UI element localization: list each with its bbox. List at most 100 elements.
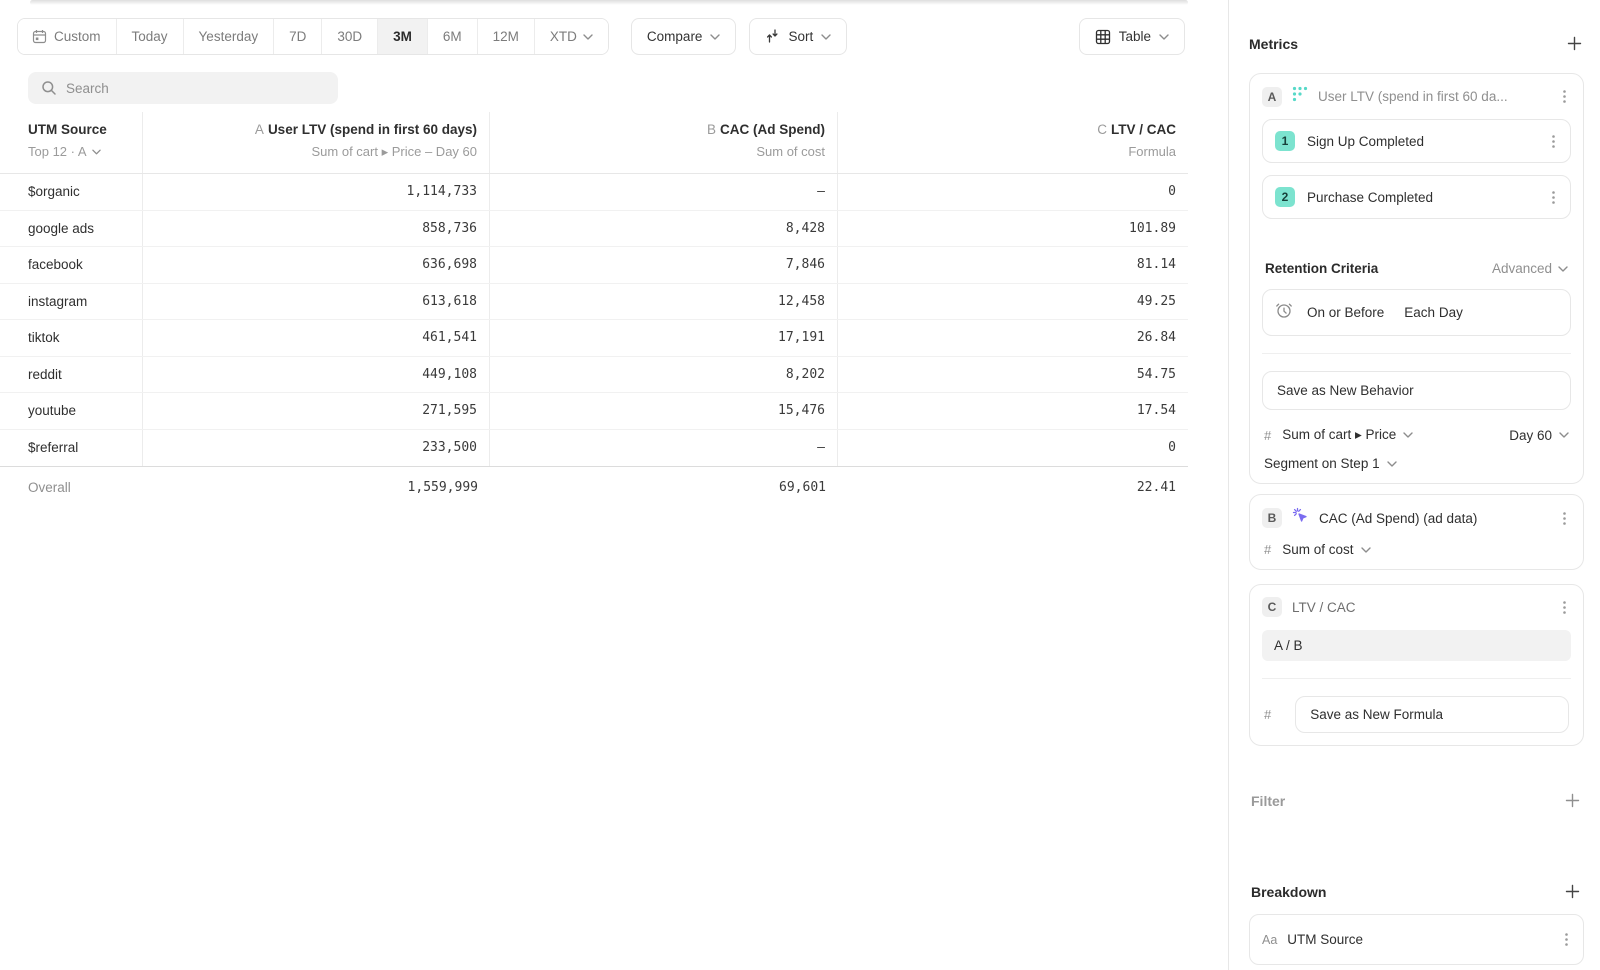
segment-on-step-dropdown[interactable]: Segment on Step 1 (1264, 456, 1397, 471)
column-header-c[interactable]: CLTV / CAC Formula (838, 112, 1188, 173)
metric-c-title: LTV / CAC (1292, 600, 1548, 615)
metric-a-title: User LTV (spend in first 60 da... (1318, 89, 1548, 104)
metrics-section-header: Metrics (1249, 34, 1584, 53)
chevron-down-icon (92, 149, 101, 155)
metric-a-header[interactable]: A User LTV (spend in first 60 da... (1262, 86, 1571, 107)
date-range-today[interactable]: Today (116, 19, 183, 54)
search-box (28, 72, 338, 104)
metric-c-badge: C (1262, 597, 1282, 617)
table-row[interactable]: facebook 636,698 7,846 81.14 (0, 247, 1188, 284)
filter-title: Filter (1251, 793, 1285, 809)
chevron-down-icon (1387, 461, 1397, 467)
metric-b-card: B CAC (Ad Spend) (ad data) # Sum of cost (1249, 494, 1584, 570)
table-row[interactable]: tiktok 461,541 17,191 26.84 (0, 320, 1188, 357)
metric-b-menu-button[interactable] (1558, 509, 1571, 528)
string-type-icon: Aa (1262, 933, 1277, 947)
column-header-b[interactable]: BCAC (Ad Spend) Sum of cost (490, 112, 838, 173)
date-range-control: Custom Today Yesterday 7D 30D 3M 6M 12M … (17, 18, 609, 55)
retention-criteria-card[interactable]: On or Before Each Day (1262, 289, 1571, 336)
step-event-label: Purchase Completed (1307, 190, 1535, 205)
metric-a-segment-row: Segment on Step 1 (1262, 456, 1571, 471)
metric-a-card: A User LTV (spend in first 60 da... 1 Si… (1249, 73, 1584, 484)
criteria-window[interactable]: Each Day (1404, 305, 1463, 320)
metric-c-card: C LTV / CAC A / B # Save as New Formula (1249, 584, 1584, 746)
table-body: $organic 1,114,733 – 0 google ads 858,73… (0, 174, 1188, 466)
add-breakdown-button[interactable] (1563, 882, 1582, 901)
chevron-down-icon (1361, 547, 1371, 553)
breakdown-title: Breakdown (1251, 884, 1326, 900)
divider (1262, 353, 1571, 354)
alarm-clock-icon (1275, 301, 1293, 324)
date-range-6m[interactable]: 6M (427, 19, 477, 54)
table-row[interactable]: $organic 1,114,733 – 0 (0, 174, 1188, 211)
chevron-down-icon (1403, 432, 1413, 438)
top-card-edge (30, 0, 1188, 5)
app-root: Custom Today Yesterday 7D 30D 3M 6M 12M … (0, 0, 1600, 970)
metric-a-menu-button[interactable] (1558, 87, 1571, 106)
measure-window-dropdown[interactable]: Day 60 (1509, 428, 1569, 443)
chevron-down-icon (710, 34, 720, 40)
date-range-3m[interactable]: 3M (377, 19, 427, 54)
magic-cursor-icon (1292, 507, 1309, 529)
date-range-12m[interactable]: 12M (477, 19, 534, 54)
date-range-30d[interactable]: 30D (321, 19, 377, 54)
divider (1262, 678, 1571, 679)
chevron-down-icon (1159, 34, 1169, 40)
step-2-menu-button[interactable] (1547, 188, 1560, 207)
metric-b-title: CAC (Ad Spend) (ad data) (1319, 511, 1548, 526)
chevron-down-icon (1559, 432, 1569, 438)
add-metric-button[interactable] (1565, 34, 1584, 53)
measure-property-dropdown[interactable]: Sum of cost (1282, 542, 1370, 557)
metric-c-header[interactable]: C LTV / CAC (1262, 597, 1571, 617)
date-range-7d[interactable]: 7D (273, 19, 321, 54)
breakdown-item-utm-source[interactable]: Aa UTM Source (1249, 914, 1584, 965)
numeric-type-icon: # (1264, 428, 1271, 443)
table-row[interactable]: youtube 271,595 15,476 17.54 (0, 393, 1188, 430)
column-header-utm-source[interactable]: UTM Source Top 12 · A (0, 112, 143, 173)
step-1-menu-button[interactable] (1547, 132, 1560, 151)
step-number-badge: 2 (1275, 187, 1295, 207)
view-selector-button[interactable]: Table (1079, 18, 1185, 55)
main-content: Custom Today Yesterday 7D 30D 3M 6M 12M … (0, 0, 1228, 970)
table-row[interactable]: $referral 233,500 – 0 (0, 430, 1188, 467)
behavior-step-2[interactable]: 2 Purchase Completed (1262, 175, 1571, 219)
formula-save-row: # Save as New Formula (1262, 696, 1571, 733)
column-header-a[interactable]: AUser LTV (spend in first 60 days) Sum o… (143, 112, 490, 173)
date-range-yesterday[interactable]: Yesterday (183, 19, 274, 54)
breakdown-property-label: UTM Source (1287, 932, 1550, 947)
add-filter-button[interactable] (1563, 791, 1582, 810)
metric-a-measure-row: # Sum of cart ▸ Price Day 60 (1262, 427, 1571, 443)
table-header: UTM Source Top 12 · A AUser LTV (spend i… (0, 112, 1188, 174)
sort-button[interactable]: Sort (749, 18, 847, 55)
breakdown-menu-button[interactable] (1560, 930, 1573, 949)
retention-mode-dropdown[interactable]: Advanced (1492, 261, 1568, 276)
criteria-condition[interactable]: On or Before (1307, 305, 1384, 320)
save-as-new-formula-button[interactable]: Save as New Formula (1295, 696, 1569, 733)
breakdown-section-header: Breakdown (1249, 882, 1584, 901)
formula-input[interactable]: A / B (1262, 630, 1571, 661)
compare-button[interactable]: Compare (631, 18, 737, 55)
behavior-step-1[interactable]: 1 Sign Up Completed (1262, 119, 1571, 163)
save-as-new-behavior-button[interactable]: Save as New Behavior (1262, 371, 1571, 410)
date-range-custom[interactable]: Custom (18, 19, 116, 54)
metric-b-header[interactable]: B CAC (Ad Spend) (ad data) (1262, 507, 1571, 529)
table-grid-icon (1095, 29, 1111, 45)
metric-c-menu-button[interactable] (1558, 598, 1571, 617)
measure-property-dropdown[interactable]: Sum of cart ▸ Price (1282, 427, 1413, 443)
chevron-down-icon (821, 34, 831, 40)
chevron-down-icon (583, 34, 593, 40)
table-row[interactable]: reddit 449,108 8,202 54.75 (0, 357, 1188, 394)
numeric-type-icon: # (1264, 542, 1271, 557)
date-range-xtd[interactable]: XTD (534, 19, 608, 54)
search-input[interactable] (28, 72, 338, 104)
table-row[interactable]: google ads 858,736 8,428 101.89 (0, 211, 1188, 248)
table-row[interactable]: instagram 613,618 12,458 49.25 (0, 284, 1188, 321)
search-icon (41, 80, 57, 101)
metric-b-badge: B (1262, 508, 1282, 528)
retention-criteria-row: Retention Criteria Advanced (1262, 261, 1571, 276)
metrics-title: Metrics (1249, 36, 1298, 52)
sort-arrows-icon (765, 29, 780, 44)
query-builder-sidebar: Metrics A User LTV (spend in first 60 da… (1228, 0, 1600, 970)
metric-b-measure-row: # Sum of cost (1262, 542, 1571, 557)
chevron-down-icon (1558, 266, 1568, 272)
